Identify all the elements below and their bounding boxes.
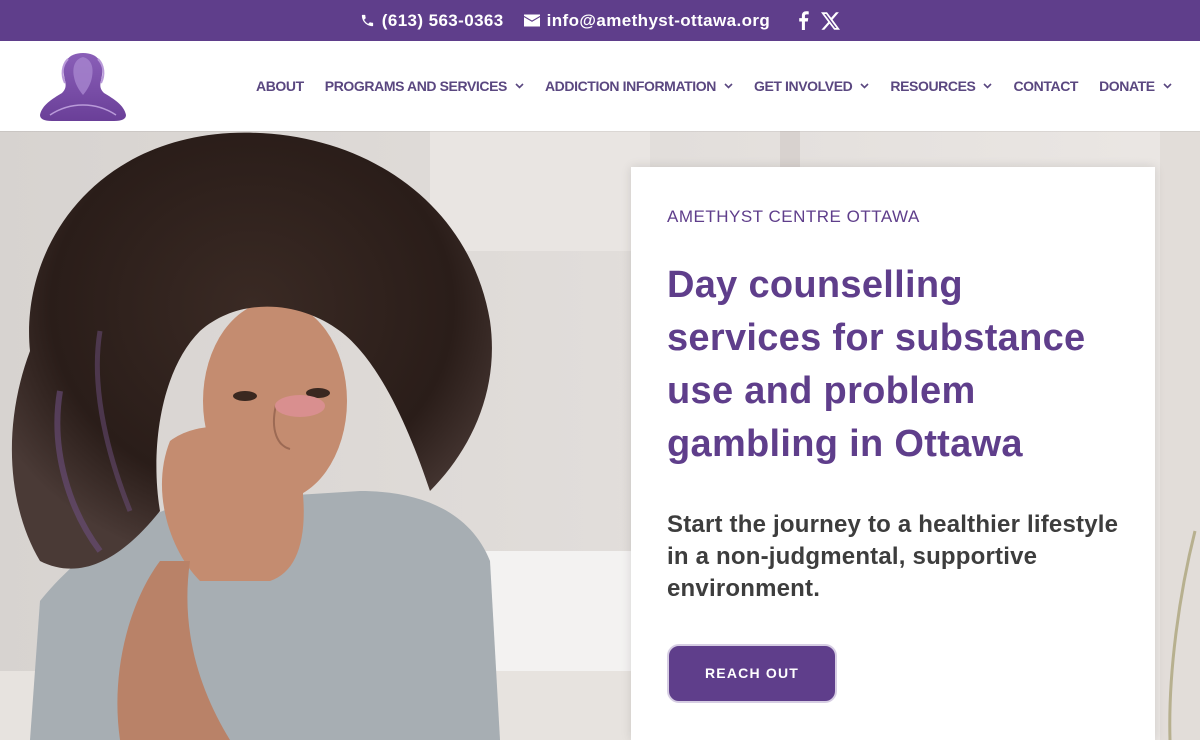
- nav-item-label: GET INVOLVED: [753, 78, 853, 94]
- hero-headline: Day counselling services for substance u…: [667, 264, 1086, 465]
- phone-icon: [361, 14, 373, 27]
- nav-item-get-involved[interactable]: GET INVOLVED: [754, 78, 869, 94]
- phone-link[interactable]: (613) 563-0363: [360, 11, 504, 31]
- chevron-down-icon: [724, 83, 733, 89]
- top-contact-bar: (613) 563-0363 info@amethyst-ottawa.org: [0, 0, 1200, 41]
- phone-number: (613) 563-0363: [381, 10, 504, 30]
- nav-item-resources[interactable]: RESOURCES: [890, 78, 993, 94]
- envelope-icon: [523, 14, 540, 27]
- nav-item-label: PROGRAMS AND SERVICES: [324, 78, 508, 94]
- reach-out-button[interactable]: REACH OUT: [667, 644, 837, 703]
- nav-item-label: DONATE: [1099, 78, 1155, 94]
- hero-card: AMETHYST CENTRE OTTAWA Day counselling s…: [631, 167, 1155, 740]
- nav-item-label: ABOUT: [256, 78, 304, 94]
- nav-item-programs-and-services[interactable]: PROGRAMS AND SERVICES: [325, 78, 524, 94]
- email-link[interactable]: info@amethyst-ottawa.org: [523, 10, 771, 31]
- nav-item-label: CONTACT: [1013, 78, 1079, 94]
- x-twitter-icon[interactable]: [821, 11, 841, 30]
- email-address: info@amethyst-ottawa.org: [546, 10, 771, 30]
- nav-item-addiction-information[interactable]: ADDICTION INFORMATION: [545, 78, 733, 94]
- site-header: ABOUT PROGRAMS AND SERVICES ADDICTION IN…: [0, 41, 1200, 131]
- hero-subtext: Start the journey to a healthier lifesty…: [667, 511, 1119, 602]
- nav-item-donate[interactable]: DONATE: [1099, 78, 1172, 94]
- amethyst-logo[interactable]: [38, 51, 128, 123]
- hero-eyebrow: AMETHYST CENTRE OTTAWA: [667, 207, 920, 226]
- chevron-down-icon: [860, 83, 869, 89]
- chevron-down-icon: [983, 83, 993, 89]
- nav-item-about[interactable]: ABOUT: [256, 78, 304, 94]
- nav-item-label: RESOURCES: [890, 78, 976, 94]
- chevron-down-icon: [515, 83, 524, 89]
- main-navigation: ABOUT PROGRAMS AND SERVICES ADDICTION IN…: [256, 41, 1193, 131]
- nav-item-contact[interactable]: CONTACT: [1013, 78, 1078, 94]
- chevron-down-icon: [1163, 83, 1172, 89]
- nav-item-label: ADDICTION INFORMATION: [544, 78, 716, 94]
- social-links: [786, 11, 841, 30]
- facebook-icon[interactable]: [798, 11, 809, 30]
